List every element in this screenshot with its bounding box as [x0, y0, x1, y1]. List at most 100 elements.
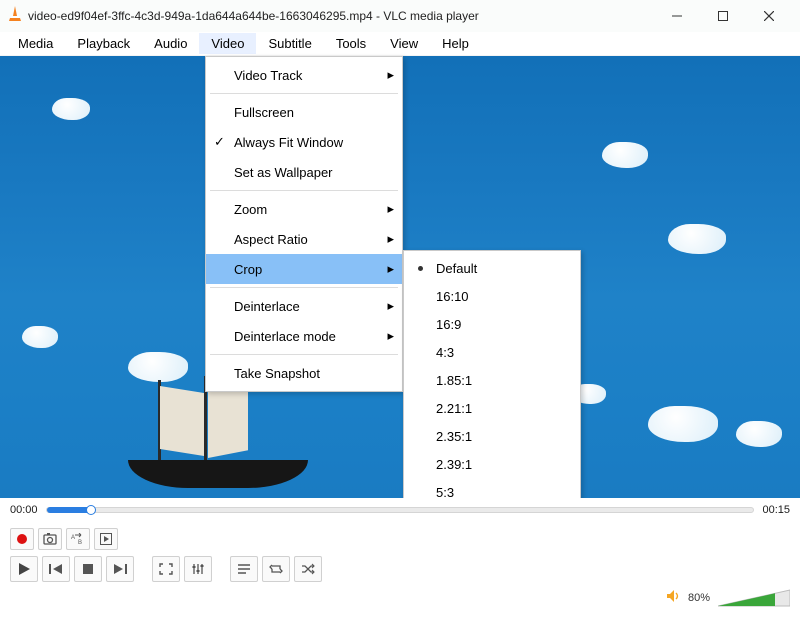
transport-row — [10, 556, 790, 582]
crop-option-235-1[interactable]: 2.35:1 — [404, 422, 580, 450]
menu-label: Crop — [234, 262, 262, 277]
playback-controls: 00:00 00:15 AB — [0, 498, 800, 618]
crop-option-185-1[interactable]: 1.85:1 — [404, 366, 580, 394]
menu-help[interactable]: Help — [430, 33, 481, 54]
menu-label: Fullscreen — [234, 105, 294, 120]
crop-option-16-9[interactable]: 16:9 — [404, 310, 580, 338]
menu-view[interactable]: View — [378, 33, 430, 54]
menu-item-deinterlace[interactable]: Deinterlace ▸ — [206, 291, 402, 321]
frame-step-button[interactable] — [94, 528, 118, 550]
title-bar: video-ed9f04ef-3ffc-4c3d-949a-1da644a644… — [0, 0, 800, 32]
menu-item-set-as-wallpaper[interactable]: Set as Wallpaper — [206, 157, 402, 187]
loop-button[interactable] — [262, 556, 290, 582]
menu-media[interactable]: Media — [6, 33, 65, 54]
crop-option-4-3[interactable]: 4:3 — [404, 338, 580, 366]
menu-item-zoom[interactable]: Zoom ▸ — [206, 194, 402, 224]
menu-subtitle[interactable]: Subtitle — [256, 33, 323, 54]
seek-slider[interactable] — [46, 507, 755, 513]
crop-option-default[interactable]: Default — [404, 254, 580, 282]
crop-option-221-1[interactable]: 2.21:1 — [404, 394, 580, 422]
window-title: video-ed9f04ef-3ffc-4c3d-949a-1da644a644… — [28, 9, 654, 23]
fullscreen-button[interactable] — [152, 556, 180, 582]
minimize-button[interactable] — [654, 0, 700, 32]
menu-label: Zoom — [234, 202, 267, 217]
extended-settings-button[interactable] — [184, 556, 212, 582]
time-total[interactable]: 00:15 — [762, 504, 790, 516]
check-icon: ✓ — [214, 134, 225, 150]
menu-label: Video Track — [234, 68, 302, 83]
loop-ab-button[interactable]: AB — [66, 528, 90, 550]
option-label: 2.35:1 — [436, 429, 472, 444]
menu-video[interactable]: Video — [199, 33, 256, 54]
radio-selected-icon — [418, 266, 423, 271]
option-label: 2.39:1 — [436, 457, 472, 472]
option-label: 16:10 — [436, 289, 469, 304]
svg-text:A: A — [71, 535, 75, 541]
time-elapsed[interactable]: 00:00 — [10, 504, 38, 516]
menu-separator — [210, 354, 398, 355]
video-decoration — [602, 142, 648, 168]
menu-label: Take Snapshot — [234, 366, 320, 381]
playlist-button[interactable] — [230, 556, 258, 582]
bookmark-row: AB — [10, 528, 790, 550]
submenu-arrow-icon: ▸ — [387, 67, 394, 83]
crop-option-16-10[interactable]: 16:10 — [404, 282, 580, 310]
menu-item-take-snapshot[interactable]: Take Snapshot — [206, 358, 402, 388]
volume-percent: 80% — [688, 592, 710, 604]
seek-bar-row: 00:00 00:15 — [0, 498, 800, 522]
menu-item-fullscreen[interactable]: Fullscreen — [206, 97, 402, 127]
submenu-arrow-icon: ▸ — [387, 261, 394, 277]
vlc-cone-icon — [8, 6, 22, 27]
speaker-icon[interactable] — [666, 589, 682, 608]
svg-text:B: B — [78, 540, 82, 545]
menu-playback[interactable]: Playback — [65, 33, 142, 54]
submenu-arrow-icon: ▸ — [387, 298, 394, 314]
stop-button[interactable] — [74, 556, 102, 582]
menu-item-deinterlace-mode[interactable]: Deinterlace mode ▸ — [206, 321, 402, 351]
menu-item-video-track[interactable]: Video Track ▸ — [206, 60, 402, 90]
submenu-arrow-icon: ▸ — [387, 231, 394, 247]
volume-slider[interactable] — [718, 588, 790, 608]
menu-label: Set as Wallpaper — [234, 165, 333, 180]
play-button[interactable] — [10, 556, 38, 582]
video-decoration — [648, 406, 718, 442]
menu-label: Always Fit Window — [234, 135, 343, 150]
menu-item-always-fit-window[interactable]: ✓ Always Fit Window — [206, 127, 402, 157]
menu-separator — [210, 287, 398, 288]
video-decoration — [52, 98, 90, 120]
menu-audio[interactable]: Audio — [142, 33, 199, 54]
menu-label: Aspect Ratio — [234, 232, 308, 247]
menu-tools[interactable]: Tools — [324, 33, 378, 54]
submenu-arrow-icon: ▸ — [387, 328, 394, 344]
window-controls — [654, 0, 792, 32]
maximize-button[interactable] — [700, 0, 746, 32]
seek-knob[interactable] — [86, 505, 96, 515]
video-decoration — [108, 386, 328, 496]
option-label: 1.85:1 — [436, 373, 472, 388]
video-menu-dropdown: Video Track ▸ Fullscreen ✓ Always Fit Wi… — [205, 56, 403, 392]
menu-label: Deinterlace — [234, 299, 300, 314]
video-decoration — [128, 352, 188, 382]
menu-separator — [210, 93, 398, 94]
close-button[interactable] — [746, 0, 792, 32]
video-decoration — [668, 224, 726, 254]
option-label: 2.21:1 — [436, 401, 472, 416]
option-label: 16:9 — [436, 317, 461, 332]
menu-item-aspect-ratio[interactable]: Aspect Ratio ▸ — [206, 224, 402, 254]
menu-item-crop[interactable]: Crop ▸ — [206, 254, 402, 284]
menu-label: Deinterlace mode — [234, 329, 336, 344]
video-decoration — [22, 326, 58, 348]
snapshot-button[interactable] — [38, 528, 62, 550]
shuffle-button[interactable] — [294, 556, 322, 582]
previous-button[interactable] — [42, 556, 70, 582]
submenu-arrow-icon: ▸ — [387, 201, 394, 217]
volume-control: 80% — [666, 588, 790, 608]
menu-bar: Media Playback Audio Video Subtitle Tool… — [0, 32, 800, 56]
record-button[interactable] — [10, 528, 34, 550]
video-decoration — [736, 421, 782, 447]
next-button[interactable] — [106, 556, 134, 582]
option-label: Default — [436, 261, 477, 276]
option-label: 4:3 — [436, 345, 454, 360]
crop-option-239-1[interactable]: 2.39:1 — [404, 450, 580, 478]
menu-separator — [210, 190, 398, 191]
